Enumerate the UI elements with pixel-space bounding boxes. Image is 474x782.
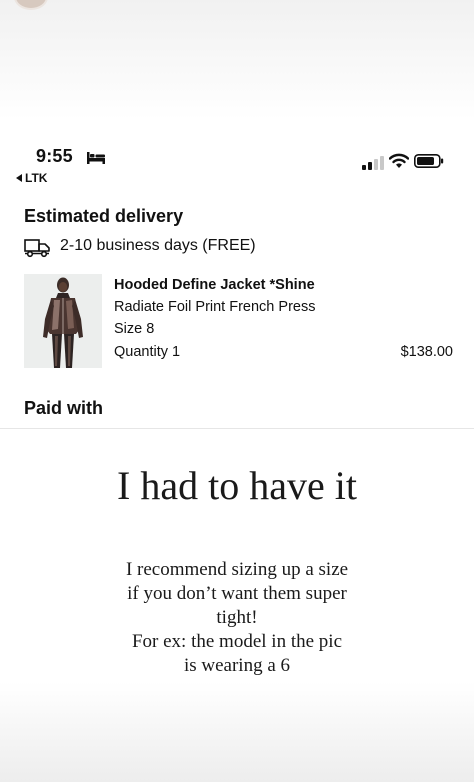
product-color: Radiate Foil Print French Press [114, 299, 316, 315]
bed-icon [87, 152, 105, 164]
status-time: 9:55 [36, 146, 73, 166]
model-jacket-illustration [24, 274, 102, 368]
truck-icon [24, 239, 50, 258]
wifi-icon [389, 153, 409, 168]
story-comment-line: if you don’t want them super [127, 583, 347, 604]
story-headline: I had to have it [117, 463, 357, 508]
product-size: Size 8 [114, 321, 155, 337]
story-comment-line: I recommend sizing up a size [125, 559, 349, 580]
product-price: $138.00 [400, 344, 453, 360]
story-comment-line: For ex: the model in the pic [131, 631, 342, 652]
back-arrow-icon [16, 174, 22, 182]
product-quantity: Quantity 1 [114, 344, 181, 360]
back-app-label: LTK [25, 171, 48, 185]
estimated-delivery-heading: Estimated delivery [24, 206, 184, 226]
top-fade [0, 0, 474, 120]
signal-icon [362, 156, 384, 170]
paid-with-heading: Paid with [24, 398, 104, 418]
product-image[interactable] [24, 274, 102, 368]
divider [0, 428, 474, 429]
story-comment-line: tight! [216, 607, 258, 628]
story-comment-line: is wearing a 6 [183, 655, 291, 676]
back-to-app-link[interactable]: LTK [16, 171, 47, 185]
bottom-fade [0, 682, 474, 782]
delivery-estimate: 2-10 business days (FREE) [60, 237, 256, 254]
product-name[interactable]: Hooded Define Jacket *Shine [114, 277, 315, 293]
battery-icon [414, 154, 444, 168]
